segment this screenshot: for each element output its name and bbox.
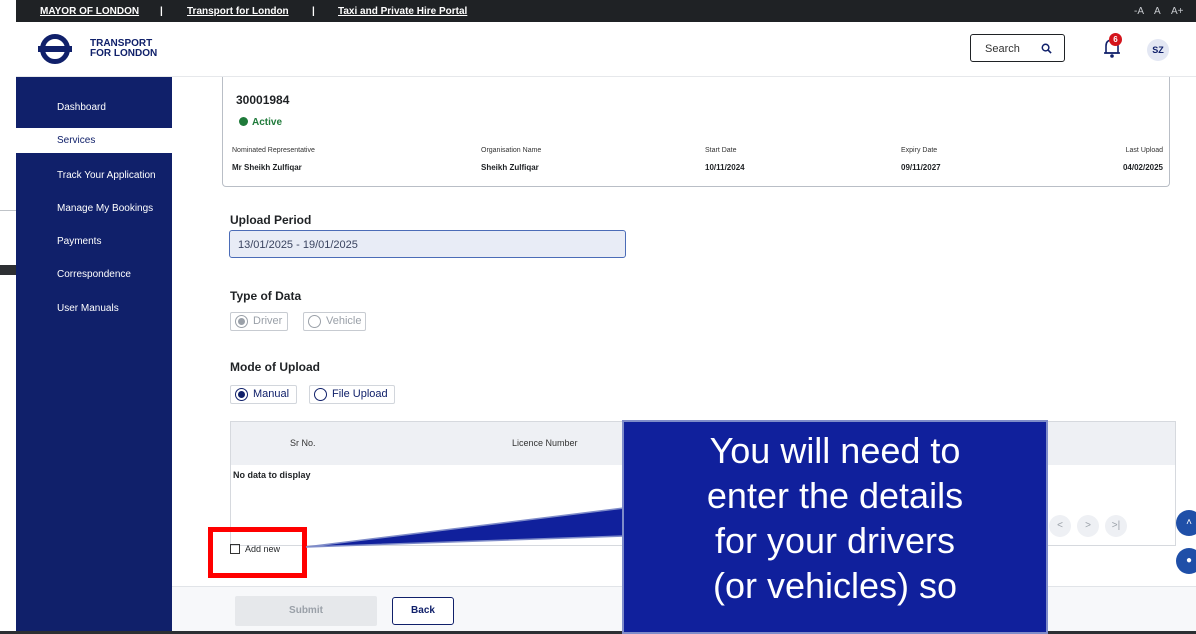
licence-reference: 30001984	[236, 93, 290, 107]
notification-badge: 6	[1109, 33, 1122, 46]
sidebar-item-track-application[interactable]: Track Your Application	[16, 163, 172, 188]
column-value: Mr Sheikh Zulfiqar	[232, 163, 302, 172]
font-normal-button[interactable]: A	[1154, 6, 1161, 17]
radio-indicator	[235, 388, 248, 401]
callout-line: enter the details	[706, 475, 964, 516]
sidebar-item-services[interactable]: Services	[16, 128, 172, 153]
column-header: Start Date	[705, 147, 737, 154]
radio-driver[interactable]: Driver	[230, 312, 288, 331]
radio-file-upload[interactable]: File Upload	[309, 385, 395, 404]
column-licence-number: Licence Number	[512, 438, 578, 448]
callout-pointer	[305, 507, 625, 548]
radio-vehicle[interactable]: Vehicle	[303, 312, 366, 331]
column-value: 04/02/2025	[1122, 163, 1163, 172]
status-badge: Active	[239, 117, 282, 128]
prev-page-button[interactable]: <	[1049, 515, 1071, 537]
radio-indicator	[235, 315, 248, 328]
tfl-link[interactable]: Transport for London	[187, 6, 289, 17]
upload-period-label: Upload Period	[230, 213, 312, 227]
empty-message: No data to display	[233, 470, 311, 480]
search-button[interactable]: Search	[970, 34, 1065, 62]
radio-label: Driver	[253, 315, 283, 327]
status-text: Active	[252, 117, 283, 128]
divider	[0, 265, 16, 275]
radio-label: Vehicle	[326, 315, 362, 327]
radio-label: File Upload	[332, 388, 388, 400]
sidebar-item-manage-bookings[interactable]: Manage My Bookings	[16, 196, 172, 221]
next-page-button[interactable]: >	[1077, 515, 1099, 537]
column-header: Last Upload	[1125, 147, 1163, 154]
divider	[0, 210, 16, 211]
double-chevron-up-icon[interactable]: ˄	[1176, 510, 1196, 536]
tfl-roundel-logo[interactable]	[38, 34, 72, 64]
portal-link[interactable]: Taxi and Private Hire Portal	[338, 6, 467, 17]
avatar[interactable]: SZ	[1147, 39, 1169, 61]
search-label: Search	[985, 43, 1020, 55]
search-icon	[1041, 43, 1052, 54]
instruction-callout: You will need to enter the details for y…	[622, 420, 1048, 634]
separator: |	[312, 6, 315, 17]
sidebar-item-correspondence[interactable]: Correspondence	[16, 262, 172, 287]
column-value: Sheikh Zulfiqar	[481, 163, 539, 172]
sidebar: Dashboard Services Track Your Applicatio…	[16, 77, 172, 634]
callout-line: You will need to	[709, 430, 961, 471]
radio-manual[interactable]: Manual	[230, 385, 297, 404]
sidebar-item-payments[interactable]: Payments	[16, 229, 172, 254]
mayor-of-london-link[interactable]: MAYOR OF LONDON	[40, 6, 139, 17]
mode-of-upload-label: Mode of Upload	[230, 360, 320, 374]
submit-button[interactable]: Submit	[235, 596, 377, 626]
logo-line-2: FOR LONDON	[90, 48, 158, 59]
top-bar: MAYOR OF LONDON | Transport for London |…	[16, 0, 1196, 22]
add-new-highlight	[208, 527, 307, 578]
sidebar-item-user-manuals[interactable]: User Manuals	[16, 296, 172, 321]
header: TRANSPORT FOR LONDON Search 6 SZ	[16, 22, 1196, 77]
callout-line: (or vehicles) so	[712, 565, 958, 606]
radio-indicator	[308, 315, 321, 328]
chat-icon[interactable]: ●	[1176, 548, 1196, 574]
font-larger-button[interactable]: A+	[1171, 6, 1184, 17]
column-sr-no: Sr No.	[290, 438, 316, 448]
back-button[interactable]: Back	[392, 597, 454, 625]
roundel-bar	[38, 46, 72, 52]
font-smaller-button[interactable]: -A	[1134, 6, 1144, 17]
radio-label: Manual	[253, 388, 290, 400]
column-header: Expiry Date	[901, 147, 938, 154]
check-circle-icon	[239, 117, 248, 126]
licence-summary-card: 30001984 Active Nominated Representative…	[222, 77, 1170, 187]
sidebar-item-dashboard[interactable]: Dashboard	[16, 95, 172, 120]
upload-period-field[interactable]: 13/01/2025 - 19/01/2025	[229, 230, 626, 258]
callout-line: for your drivers	[714, 520, 956, 561]
type-of-data-label: Type of Data	[230, 289, 302, 303]
last-page-button[interactable]: >|	[1105, 515, 1127, 537]
background-strip	[0, 0, 16, 634]
logo-text: TRANSPORT FOR LONDON	[90, 39, 157, 59]
column-header: Nominated Representative	[232, 147, 315, 154]
screen: MAYOR OF LONDON | Transport for London |…	[0, 0, 1196, 634]
column-header: Organisation Name	[481, 147, 542, 154]
column-value: 10/11/2024	[705, 163, 745, 172]
radio-indicator	[314, 388, 327, 401]
separator: |	[160, 6, 163, 17]
column-value: 09/11/2027	[901, 163, 941, 172]
